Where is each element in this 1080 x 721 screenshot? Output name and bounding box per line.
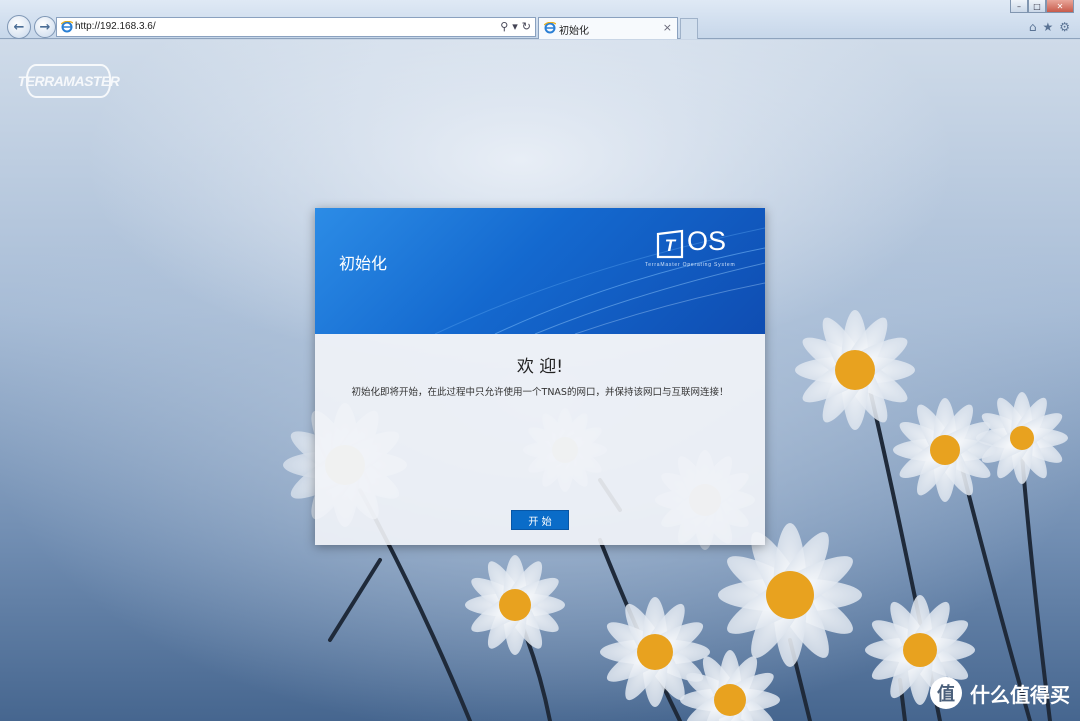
maximize-button[interactable]: □ xyxy=(1028,0,1046,13)
back-button[interactable]: ← xyxy=(7,15,31,39)
address-bar[interactable]: http://192.168.3.6/ ⚲ ▾ ↻ xyxy=(56,17,536,37)
home-icon[interactable]: ⌂ xyxy=(1029,20,1037,34)
dialog-title: 初始化 xyxy=(339,254,388,273)
start-button[interactable]: 开 始 xyxy=(511,510,569,530)
settings-gear-icon[interactable]: ⚙ xyxy=(1059,20,1070,34)
os-subtitle: TerraMaster Operating System xyxy=(645,262,736,268)
terramaster-logo: TERRAMASTER xyxy=(18,64,120,98)
address-tools: ⚲ ▾ ↻ xyxy=(500,20,531,33)
window-controls: – □ ✕ xyxy=(1010,0,1074,13)
favorites-star-icon[interactable]: ★ xyxy=(1042,20,1053,34)
watermark: 值 什么值得买 xyxy=(930,677,1070,709)
browser-chrome: ← → http://192.168.3.6/ ⚲ ▾ ↻ 初始化 × – □ … xyxy=(0,0,1080,39)
search-icon[interactable]: ⚲ xyxy=(500,20,508,33)
tab-title: 初始化 xyxy=(559,26,589,37)
forward-arrow-icon: → xyxy=(39,19,51,35)
minimize-button[interactable]: – xyxy=(1010,0,1028,13)
browser-tab[interactable]: 初始化 × xyxy=(538,17,678,39)
tos-logo-letter: T xyxy=(665,236,677,255)
dialog-body: 欢 迎! 初始化即将开始，在此过程中只允许使用一个TNAS的网口，并保持该网口与… xyxy=(315,334,765,545)
refresh-icon[interactable]: ↻ xyxy=(522,20,531,33)
url-text: http://192.168.3.6/ xyxy=(75,21,156,32)
watermark-text: 什么值得买 xyxy=(970,682,1070,707)
back-arrow-icon: ← xyxy=(13,19,25,35)
dropdown-icon[interactable]: ▾ xyxy=(512,20,518,33)
new-tab-button[interactable] xyxy=(680,18,698,39)
close-tab-icon[interactable]: × xyxy=(663,21,672,34)
init-description: 初始化即将开始，在此过程中只允许使用一个TNAS的网口，并保持该网口与互联网连接… xyxy=(351,387,729,398)
ie-icon xyxy=(61,21,73,33)
initialization-dialog: 初始化 T OS TerraMaster Operating System 欢 … xyxy=(315,208,765,545)
dialog-header: 初始化 T OS TerraMaster Operating System xyxy=(315,208,765,334)
forward-button[interactable]: → xyxy=(34,16,56,38)
welcome-heading: 欢 迎! xyxy=(516,357,564,377)
close-window-button[interactable]: ✕ xyxy=(1046,0,1074,13)
ie-icon xyxy=(544,22,556,34)
smzdm-logo-icon: 值 xyxy=(930,677,962,709)
toolbar-icons: ⌂ ★ ⚙ xyxy=(1029,20,1070,34)
os-logo-text: OS xyxy=(687,226,727,256)
page-viewport: TERRAMASTER 初始化 T OS TerraMaster Operati… xyxy=(0,40,1080,721)
